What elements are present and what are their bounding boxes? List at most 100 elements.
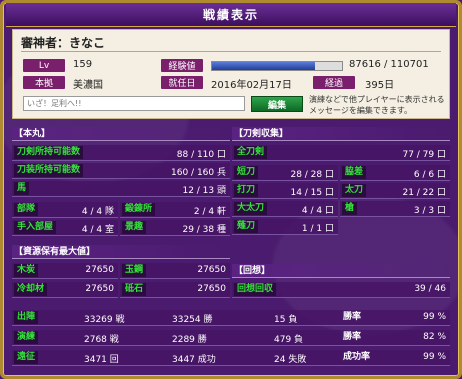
cell-value: 77 / 79 口 (402, 150, 446, 160)
cell-value: 4 / 4 室 (81, 225, 114, 235)
honmaru-value: 美濃国 (73, 80, 103, 91)
cell-value: 29 / 38 種 (182, 225, 226, 235)
battle-rate: 99 % (423, 312, 446, 322)
collection-tachi: 太刀 21 / 22 口 (340, 183, 450, 199)
cell-label: 脇差 (342, 166, 367, 179)
cell-value: 4 / 4 口 (301, 206, 334, 216)
collection-yari: 槍 3 / 3 口 (340, 201, 450, 217)
battle-lose: 479 負 (274, 335, 304, 345)
cell-label: 槍 (342, 202, 358, 215)
edit-button[interactable]: 編集 (251, 96, 303, 112)
battle-win: 2289 勝 (172, 335, 207, 345)
rate-label: 成功率 (343, 352, 371, 362)
resource-coolant: 冷却材 27650 (12, 282, 118, 298)
message-input[interactable] (23, 96, 245, 111)
battle-lose: 24 失敗 (274, 355, 307, 365)
cell-value: 6 / 6 口 (413, 170, 446, 180)
battle-row-expedition: 遠征 3471 回 3447 成功 24 失敗 成功率 99 % (12, 350, 450, 366)
honmaru-cell-repair: 手入部屋 4 / 4 室 (12, 220, 118, 236)
cell-value: 4 / 4 隊 (81, 207, 114, 217)
recall-header: 【回想】 (232, 264, 450, 278)
cell-value: 14 / 15 口 (290, 188, 334, 198)
resource-charcoal: 木炭 27650 (12, 263, 118, 279)
cell-label: 刀剣所持可能数 (14, 146, 84, 159)
exp-bar-fill (212, 62, 315, 70)
title-bar: 戦績表示 (6, 3, 456, 27)
level-label: Lv (23, 59, 65, 72)
cell-label: 遠征 (14, 351, 39, 364)
cell-label: 大太刀 (234, 202, 268, 215)
collection-naginata: 薙刀 1 / 1 口 (232, 219, 338, 235)
cell-label: 玉鋼 (122, 264, 147, 277)
cell-label: 刀装所持可能数 (14, 164, 84, 177)
cell-label: 景趣 (122, 221, 147, 234)
cell-label: 鍛錬所 (122, 203, 156, 216)
honmaru-label: 本拠 (23, 76, 65, 89)
cell-label: 手入部屋 (14, 221, 57, 234)
honmaru-row-swords: 刀剣所持可能数 88 / 110 口 (12, 145, 230, 161)
cell-label: 回想回収 (234, 283, 277, 296)
honmaru-cell-forge: 鍛錬所 2 / 4 軒 (120, 202, 230, 218)
battle-row-practice: 演練 2768 戦 2289 勝 479 負 勝率 82 % (12, 330, 450, 346)
cell-label: 出陣 (14, 311, 39, 324)
cell-label: 馬 (14, 182, 30, 195)
battle-rate: 99 % (423, 352, 446, 362)
honmaru-cell-scenery: 景趣 29 / 38 種 (120, 220, 230, 236)
collection-tanto: 短刀 28 / 28 口 (232, 165, 338, 181)
cell-label: 砥石 (122, 283, 147, 296)
battle-total: 33269 戦 (84, 315, 125, 325)
collection-uchigatana: 打刀 14 / 15 口 (232, 183, 338, 199)
cell-value: 27650 (85, 265, 114, 275)
exp-value: 87616 / 110701 (349, 59, 429, 70)
start-date-label: 就任日 (161, 76, 203, 89)
cell-value: 88 / 110 口 (176, 150, 226, 160)
cell-label: 全刀剣 (234, 146, 268, 159)
rate-label: 勝率 (343, 332, 362, 342)
cell-value: 12 / 13 頭 (182, 186, 226, 196)
cell-label: 冷却材 (14, 283, 48, 296)
cell-label: 薙刀 (234, 220, 259, 233)
battle-win: 33254 勝 (172, 315, 213, 325)
battle-rate: 82 % (423, 332, 446, 342)
resources-header: 【資源保有最大値】 (12, 245, 230, 259)
cell-value: 1 / 1 口 (301, 224, 334, 234)
cell-label: 木炭 (14, 264, 39, 277)
page-title: 戦績表示 (202, 8, 259, 22)
resource-whetstone: 砥石 27650 (120, 282, 230, 298)
honmaru-row-equipment: 刀装所持可能数 160 / 160 兵 (12, 163, 230, 179)
exp-label: 経験値 (161, 59, 203, 72)
honmaru-header: 【本丸】 (12, 127, 230, 141)
battle-record: 出陣 33269 戦 33254 勝 15 負 勝率 99 % 演練 2768 … (12, 310, 450, 372)
exp-bar (211, 61, 343, 71)
battle-total: 2768 戦 (84, 335, 119, 345)
player-name: 審神者：きなこ (21, 34, 441, 52)
cell-value: 3 / 3 口 (413, 206, 446, 216)
message-note: 演練などで他プレイヤーに表示されるメッセージを編集できます。 (309, 95, 445, 115)
collection-total: 全刀剣 77 / 79 口 (232, 145, 450, 161)
battle-win: 3447 成功 (172, 355, 216, 365)
profile-panel: 審神者：きなこ Lv 159 本拠 美濃国 経験値 87616 / 110701… (12, 29, 450, 119)
cell-value: 2 / 4 軒 (193, 207, 226, 217)
start-date-value: 2016年02月17日 (211, 80, 292, 91)
cell-value: 27650 (85, 284, 114, 294)
battle-row-sortie: 出陣 33269 戦 33254 勝 15 負 勝率 99 % (12, 310, 450, 326)
cell-value: 160 / 160 兵 (171, 168, 226, 178)
days-label: 経過 (313, 76, 355, 89)
cell-label: 部隊 (14, 203, 39, 216)
cell-value: 27650 (197, 284, 226, 294)
resource-steel: 玉鋼 27650 (120, 263, 230, 279)
cell-label: 太刀 (342, 184, 367, 197)
battle-total: 3471 回 (84, 355, 119, 365)
cell-value: 28 / 28 口 (290, 170, 334, 180)
rate-label: 勝率 (343, 312, 362, 322)
collection-header: 【刀剣収集】 (232, 127, 450, 141)
battle-lose: 15 負 (274, 315, 298, 325)
cell-value: 21 / 22 口 (402, 188, 446, 198)
days-value: 395日 (365, 80, 395, 91)
collection-odachi: 大太刀 4 / 4 口 (232, 201, 338, 217)
collection-wakizashi: 脇差 6 / 6 口 (340, 165, 450, 181)
cell-value: 39 / 46 (414, 284, 446, 294)
cell-label: 短刀 (234, 166, 259, 179)
cell-label: 演練 (14, 331, 39, 344)
cell-label: 打刀 (234, 184, 259, 197)
